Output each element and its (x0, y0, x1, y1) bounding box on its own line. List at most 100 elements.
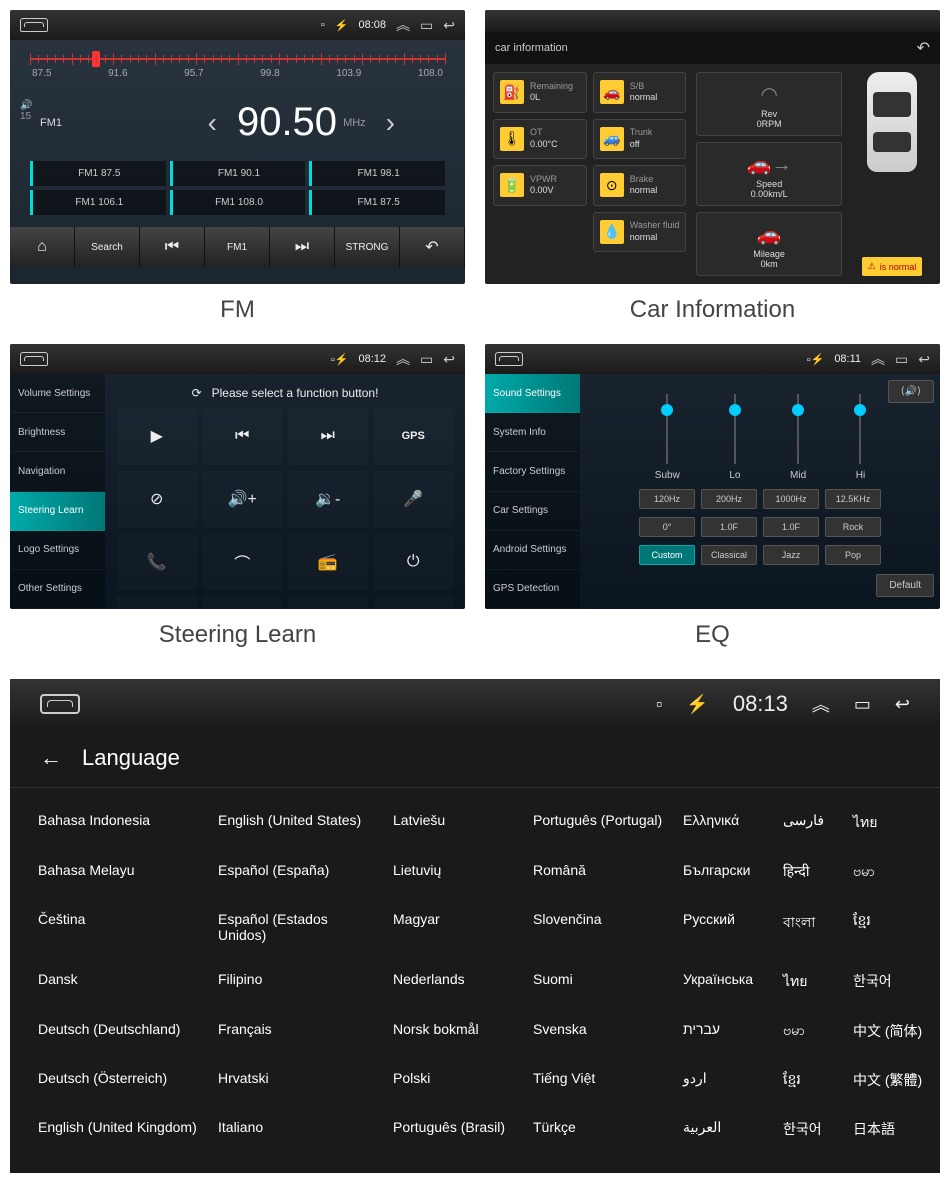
language-item[interactable]: Čeština (30, 897, 210, 957)
mic-button[interactable]: 🎤 (374, 471, 454, 528)
eq-button[interactable]: 200Hz (701, 489, 757, 509)
sidebar-tab[interactable]: Android Settings (485, 531, 580, 570)
language-item[interactable]: Deutsch (Deutschland) (30, 1007, 210, 1056)
prev-button[interactable]: ⏮ (203, 408, 283, 465)
sidebar-tab[interactable]: Factory Settings (485, 452, 580, 491)
recent-icon[interactable]: ▭ (854, 694, 871, 715)
language-item[interactable]: Español (España) (210, 848, 385, 897)
play-button[interactable]: ▶ (117, 408, 197, 465)
language-item[interactable]: 한국어 (775, 1105, 845, 1153)
hangup-button[interactable]: ⌒ (203, 534, 283, 591)
language-item[interactable]: Lietuvių (385, 848, 525, 897)
eq-button[interactable]: 1.0F (763, 517, 819, 537)
eq-button[interactable]: 12.5KHz (825, 489, 881, 509)
eq-button[interactable]: Classical (701, 545, 757, 565)
home-button[interactable]: ⌂ (117, 596, 197, 609)
sidebar-tab[interactable]: GPS Detection (485, 570, 580, 609)
preset-button[interactable]: FM1 90.1 (170, 161, 306, 186)
tune-up[interactable]: › (386, 107, 395, 139)
up-icon[interactable]: ︽ (396, 15, 410, 35)
language-item[interactable]: Bahasa Indonesia (30, 798, 210, 848)
gps-button[interactable]: GPS (374, 408, 454, 465)
language-item[interactable]: Suomi (525, 957, 675, 1007)
language-item[interactable]: Italiano (210, 1105, 385, 1153)
disp-button[interactable]: DISP (288, 596, 368, 609)
language-item[interactable]: Bahasa Melayu (30, 848, 210, 897)
sidebar-tab[interactable]: Sound Settings (485, 374, 580, 413)
back-icon[interactable]: ↩ (443, 351, 455, 368)
eq-button[interactable]: Pop (825, 545, 881, 565)
sidebar-tab[interactable]: Steering Learn (10, 492, 105, 531)
language-item[interactable]: Svenska (525, 1007, 675, 1056)
tune-down[interactable]: ‹ (208, 107, 217, 139)
sidebar-tab[interactable]: Volume Settings (10, 374, 105, 413)
language-item[interactable]: Tiếng Việt (525, 1056, 675, 1105)
power-button[interactable]: ⏻ (374, 534, 454, 591)
strong-button[interactable]: STRONG (335, 227, 400, 267)
band-button[interactable]: FM1 (205, 227, 270, 267)
language-item[interactable]: Norsk bokmål (385, 1007, 525, 1056)
seek-prev-button[interactable]: ⏮ (140, 227, 205, 267)
language-item[interactable]: Русский (675, 897, 775, 957)
language-item[interactable]: Slovenčina (525, 897, 675, 957)
eq-button[interactable]: Jazz (763, 545, 819, 565)
language-item[interactable]: Українська (675, 957, 775, 1007)
language-item[interactable]: বাংলা (775, 897, 845, 957)
recent-icon[interactable]: ▭ (420, 17, 433, 34)
vol-down-button[interactable]: 🔉- (288, 471, 368, 528)
refresh-icon[interactable]: ⟳ (192, 386, 202, 400)
sidebar-tab[interactable]: Car Settings (485, 492, 580, 531)
eq-button[interactable]: 1000Hz (763, 489, 819, 509)
recent-icon[interactable]: ▭ (420, 351, 433, 368)
music-button[interactable]: ♪ (203, 596, 283, 609)
language-item[interactable]: Español (Estados Unidos) (210, 897, 385, 957)
language-item[interactable]: ไทย (775, 957, 845, 1007)
search-button[interactable]: Search (75, 227, 140, 267)
language-item[interactable]: Română (525, 848, 675, 897)
back-icon[interactable]: ↶ (917, 38, 930, 58)
eq-button[interactable]: Rock (825, 517, 881, 537)
eq-slider-mid[interactable]: Mid (790, 394, 806, 481)
preset-button[interactable]: FM1 106.1 (30, 190, 166, 215)
language-item[interactable]: Português (Portugal) (525, 798, 675, 848)
language-item[interactable]: Français (210, 1007, 385, 1056)
mode-button[interactable]: MODE (374, 596, 454, 609)
eq-button[interactable]: 1.0F (701, 517, 757, 537)
language-item[interactable]: עברית (675, 1007, 775, 1056)
language-item[interactable]: English (United Kingdom) (30, 1105, 210, 1153)
home-button[interactable]: ⌂ (10, 227, 75, 267)
language-item[interactable]: ខ្មែរ (775, 1056, 845, 1105)
eq-button[interactable]: 120Hz (639, 489, 695, 509)
back-icon[interactable]: ↩ (918, 351, 930, 368)
default-button[interactable]: Default (876, 574, 934, 597)
eq-slider-lo[interactable]: Lo (729, 394, 740, 481)
language-item[interactable]: 한국어 (845, 957, 935, 1007)
language-item[interactable]: العربية (675, 1105, 775, 1153)
vol-up-button[interactable]: 🔊+ (203, 471, 283, 528)
language-item[interactable]: فارسی (775, 798, 845, 848)
language-item[interactable]: Filipino (210, 957, 385, 1007)
preset-button[interactable]: FM1 98.1 (309, 161, 445, 186)
language-item[interactable]: Magyar (385, 897, 525, 957)
up-icon[interactable]: ︽ (871, 349, 885, 369)
language-item[interactable]: Dansk (30, 957, 210, 1007)
language-item[interactable]: 日本語 (845, 1105, 935, 1153)
language-item[interactable]: ไทย (845, 798, 935, 848)
back-icon[interactable]: ↩ (443, 17, 455, 34)
back-arrow[interactable]: ← (40, 745, 62, 771)
language-item[interactable]: Türkçe (525, 1105, 675, 1153)
balance-button[interactable]: ⟨🔊⟩ (888, 380, 934, 403)
eq-button[interactable]: 0° (639, 517, 695, 537)
language-item[interactable]: Български (675, 848, 775, 897)
language-item[interactable]: ဗမာ (775, 1007, 845, 1056)
eq-button[interactable]: Custom (639, 545, 695, 565)
preset-button[interactable]: FM1 108.0 (170, 190, 306, 215)
language-item[interactable]: Hrvatski (210, 1056, 385, 1105)
up-icon[interactable]: ︽ (812, 691, 830, 717)
sidebar-tab[interactable]: Navigation (10, 452, 105, 491)
seek-next-button[interactable]: ⏭ (270, 227, 335, 267)
language-item[interactable]: English (United States) (210, 798, 385, 848)
language-item[interactable]: Nederlands (385, 957, 525, 1007)
next-button[interactable]: ⏭ (288, 408, 368, 465)
up-icon[interactable]: ︽ (396, 349, 410, 369)
